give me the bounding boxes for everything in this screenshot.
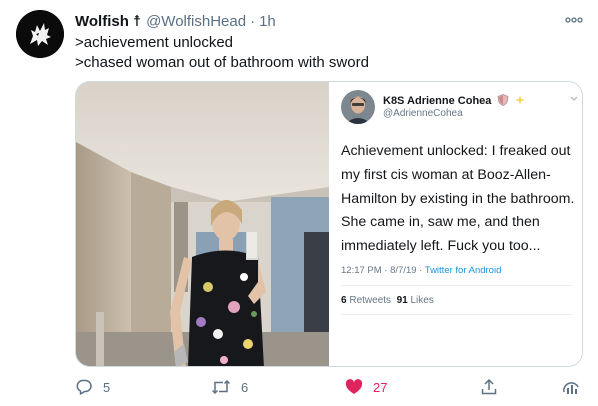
share-icon <box>481 378 497 395</box>
like-count: 27 <box>373 379 388 395</box>
tweet-actions: 5 6 27 <box>75 375 595 399</box>
quoted-retweets-count: 6 <box>341 295 347 306</box>
quoted-tweet-screenshot: K8S Adrienne Cohea @AdrienneCohea Achiev… <box>329 82 582 366</box>
quoted-chevron-down-icon <box>570 94 578 105</box>
quoted-meta: 12:17 PM · 8/7/19 · Twitter for Android <box>341 265 501 276</box>
tweet-text-line: >chased woman out of bathroom with sword <box>75 54 369 71</box>
divider <box>341 285 572 286</box>
reply-count: 5 <box>103 379 111 395</box>
wolf-logo-icon <box>16 10 64 58</box>
quoted-via: Twitter for Android <box>424 265 502 276</box>
share-button[interactable] <box>480 375 498 399</box>
sparkles-icon <box>514 95 525 105</box>
tweet-text: >achievement unlocked >chased woman out … <box>75 33 575 73</box>
author-name-symbol: ☨ <box>132 13 142 30</box>
tweet-text-line: >achievement unlocked <box>75 34 234 51</box>
quoted-body-line: Achievement unlocked: I freaked out <box>341 143 571 159</box>
like-button[interactable]: 27 <box>345 375 387 399</box>
quoted-stats: 6 Retweets 91 Likes <box>341 295 434 306</box>
quoted-avatar <box>341 90 375 124</box>
quoted-likes-count: 91 <box>396 295 408 306</box>
analytics-icon <box>563 382 579 394</box>
shield-badge-icon <box>498 94 509 106</box>
reply-icon <box>76 379 92 395</box>
tweet-time[interactable]: 1h <box>259 13 276 30</box>
more-dots-icon <box>565 17 583 23</box>
quoted-author-name: K8S Adrienne Cohea <box>383 95 492 107</box>
more-options-button[interactable] <box>562 10 586 30</box>
quoted-handle: @AdrienneCohea <box>383 108 463 119</box>
divider <box>341 314 572 315</box>
tweet[interactable]: Wolfish ☨ @WolfishHead · 1h >achievement… <box>0 0 598 406</box>
quoted-body: Achievement unlocked: I freaked out my f… <box>341 140 581 259</box>
quoted-retweets-label: Retweets <box>349 295 392 306</box>
author-handle[interactable]: @WolfishHead <box>146 13 246 30</box>
analytics-button[interactable] <box>562 375 580 399</box>
heart-filled-icon <box>345 379 363 394</box>
retweet-icon <box>211 379 231 395</box>
retweet-button[interactable]: 6 <box>211 375 248 399</box>
author-name[interactable]: Wolfish <box>75 13 129 30</box>
selfie-photo[interactable] <box>76 82 329 367</box>
quoted-likes-label: Likes <box>410 295 434 306</box>
reply-button[interactable]: 5 <box>75 375 110 399</box>
tweet-media[interactable]: K8S Adrienne Cohea @AdrienneCohea Achiev… <box>75 81 583 367</box>
quoted-body-line: Hamilton by existing in the bathroom. <box>341 190 575 207</box>
quoted-body-line: my first cis woman at Booz-Allen- <box>341 166 551 183</box>
quoted-body-line: She came in, saw me, and then <box>341 214 540 231</box>
quoted-author: K8S Adrienne Cohea <box>383 94 526 107</box>
avatar[interactable] <box>16 10 64 58</box>
retweet-count: 6 <box>241 379 249 395</box>
quoted-timestamp: 12:17 PM · 8/7/19 · <box>341 265 425 276</box>
quoted-body-line: immediately left. Fuck you too... <box>341 238 541 255</box>
header-separator: · <box>250 12 256 30</box>
tweet-header: Wolfish ☨ @WolfishHead · 1h <box>75 11 558 31</box>
